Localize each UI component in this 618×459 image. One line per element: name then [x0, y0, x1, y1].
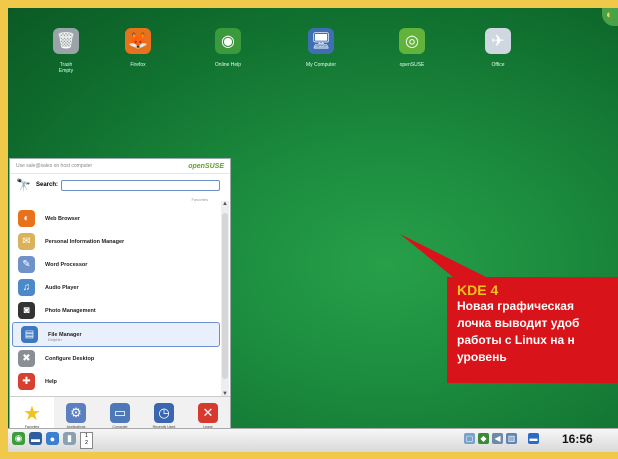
- pager-desktop-1[interactable]: 1: [81, 433, 92, 440]
- callout-box: KDE 4 Новая графическая лочка выводит уд…: [447, 277, 618, 383]
- desktop: ◐ 🗑 Trash Empty 🦊 Firefox ◉ Online Help 🖥 My Co…: [8, 8, 618, 451]
- callout-line-4: уровень: [457, 350, 507, 364]
- callout-line-3: работы с Linux на н: [457, 333, 575, 347]
- network-icon[interactable]: ▢: [464, 433, 475, 444]
- trash-small-icon[interactable]: ▮: [63, 432, 76, 445]
- kde-menu-icon[interactable]: ◉: [12, 432, 25, 445]
- pager-desktop-2[interactable]: 2: [81, 440, 92, 447]
- callout-line-1: Новая графическая: [457, 299, 574, 313]
- clock[interactable]: 16:56: [562, 432, 593, 446]
- globe-icon[interactable]: ●: [46, 432, 59, 445]
- system-tray: ▢ ◆ ◀ ▥ ▬: [464, 433, 539, 444]
- callout-line-2: лочка выводит удоб: [457, 316, 580, 330]
- volume-icon[interactable]: ◀: [492, 433, 503, 444]
- callout-pointer: [400, 234, 486, 277]
- taskbar-launchers: ◉ ▬ ● ▮ 1 2: [12, 432, 93, 449]
- update-icon[interactable]: ◆: [478, 433, 489, 444]
- battery-icon[interactable]: ▬: [528, 433, 539, 444]
- desktop-pager[interactable]: 12: [80, 432, 93, 449]
- clipboard-icon[interactable]: ▥: [506, 433, 517, 444]
- taskbar: ◉ ▬ ● ▮ 1 2 ▢ ◆ ◀ ▥ ▬ 16:56: [8, 428, 618, 452]
- desktop-icon[interactable]: ▬: [29, 432, 42, 445]
- callout-title: KDE 4: [457, 282, 499, 298]
